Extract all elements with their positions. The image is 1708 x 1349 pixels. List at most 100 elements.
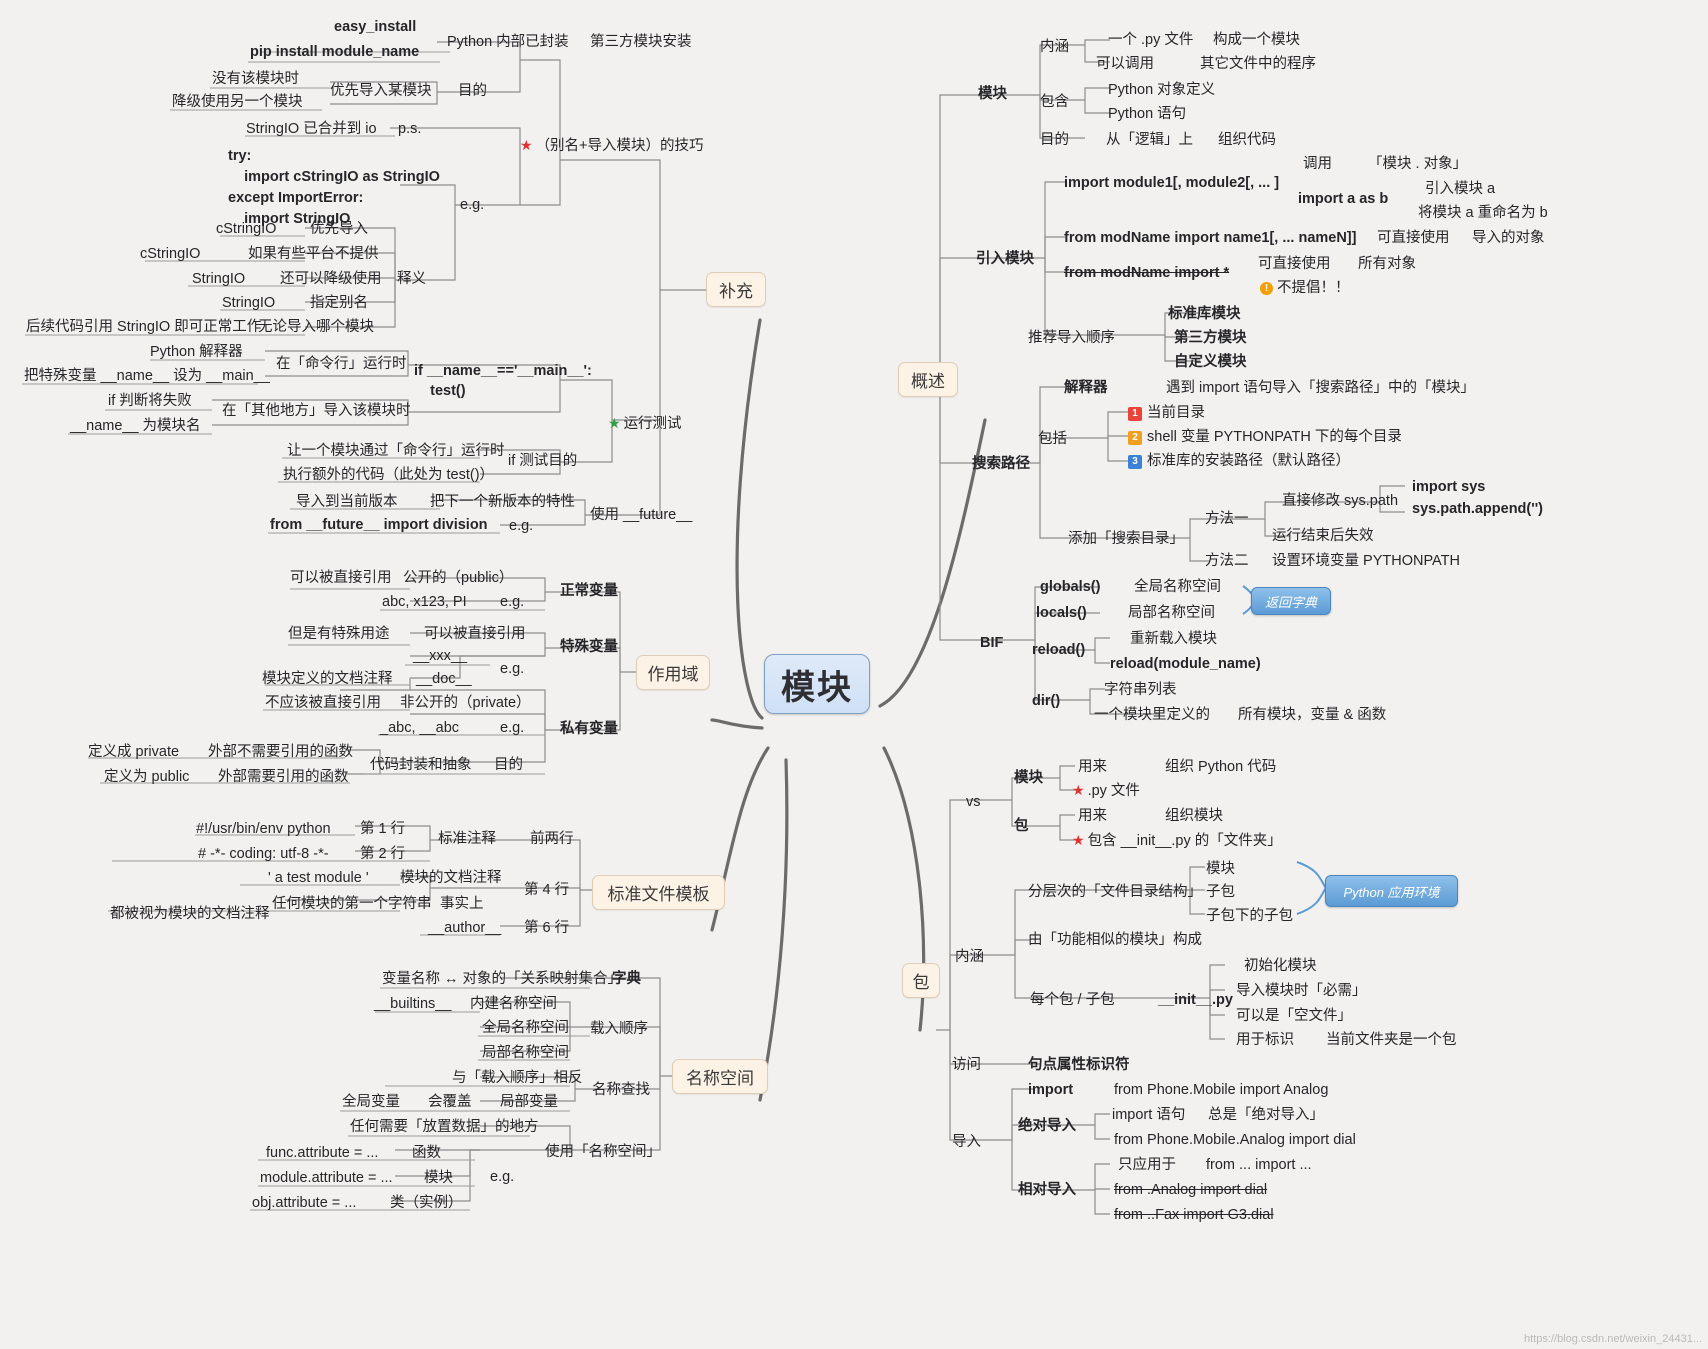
branch-package[interactable]: 包 [902,963,940,998]
label-pkg-pkg: 包 [1014,818,1029,834]
label-relative-b: from ... import ... [1206,1157,1312,1173]
label-doc-no: 第 4 行 [524,882,570,898]
label-elsewhere: 在「其他地方」导入该模块时 [222,403,411,419]
number-badge-2-icon: 2 [1128,431,1142,445]
label-interpreter-b: 导入「搜索路径」中的「模块」 [1272,380,1475,396]
label-locals: locals() [1036,605,1087,621]
label-stmt3-a: 可直接使用 [1258,256,1331,272]
label-relative-import: 相对导入 [1018,1182,1076,1198]
label-method-1-a: 直接修改 sys.path [1282,493,1399,509]
label-ns-eg-3-right: 类（实例） [390,1195,463,1211]
label-method-2: 方法二 [1205,553,1249,569]
label-line2: # -*- coding: utf-8 -*- [198,846,329,862]
label-doc-fact-b: 都被视为模块的文档注释 [110,906,270,922]
label-include-3: 3 标准库的安装路径（默认路径） [1128,452,1350,470]
star-green-icon: ★ [608,415,621,431]
label-use-ns: 使用「名称空间」 [545,1144,661,1160]
label-import-as-b: 将模块 a 重命名为 b [1418,205,1548,221]
label-structure-3: 子包下的子包 [1206,908,1293,924]
row-stringio-2-right: 指定别名 [310,295,368,311]
label-order-1: 标准库模块 [1168,306,1241,322]
label-locals-desc: 局部名称空间 [1128,605,1215,621]
label-pkg-module-use-desc: 组织 Python 代码 [1165,759,1277,775]
branch-template[interactable]: 标准文件模板 [592,875,725,910]
label-contains-2: Python 语句 [1108,106,1187,122]
code-name-main: if __name__=='__main__': test() [414,363,592,400]
row-cstringio-2-right: 如果有些平台不提供 [248,246,379,262]
label-doc-label: 模块的文档注释 [400,870,502,886]
label-module: 模块 [978,86,1007,102]
label-order-3: 自定义模块 [1174,354,1247,370]
label-use-future: 使用 __future__ [590,507,693,523]
label-doc-value: ' a test module ' [268,870,369,886]
label-ns-eg-1-left: func.attribute = ... [266,1145,379,1161]
label-conn-2-right: 其它文件中的程序 [1200,56,1316,72]
label-ns-eg-2-left: module.attribute = ... [260,1170,393,1186]
label-each-pkg: 每个包 / 子包 [1030,992,1115,1008]
code-import-stmt1: import module1[, module2[, ... ] [1064,175,1280,191]
label-private-purpose: 代码封装和抽象 [370,757,472,773]
label-private-b: 非公开的（private） [400,695,531,711]
label-builtins-desc: 内建名称空间 [470,996,557,1012]
label-special-eg1: __xxx__ [413,648,468,664]
label-method-2-a: 设置环境变量 PYTHONPATH [1272,553,1460,569]
label-cmdline: 在「命令行」运行时 [276,356,407,372]
label-alias-purpose-a: 优先导入某模块 [330,83,432,99]
label-relative-c: from .Analog import dial [1114,1182,1268,1198]
label-private-eg-label: e.g. [500,720,525,736]
row-stringio-2-left: StringIO [222,295,276,311]
label-stmt1-dot: 「模块 . 对象」 [1368,156,1468,172]
root-node[interactable]: 模块 [764,654,870,714]
label-init-py: __init__.py [1158,992,1233,1008]
branch-supplement[interactable]: 补充 [706,272,766,307]
label-line1-no: 第 1 行 [360,821,406,837]
label-pkg-file: ★ 包含 __init__.py 的「文件夹」 [1072,832,1282,849]
label-local-ns: 局部名称空间 [482,1045,569,1061]
label-pkg-use-desc: 组织模块 [1165,808,1223,824]
label-use-ns-a: 任何需要「放置数据」的地方 [350,1119,539,1135]
label-module-purpose: 目的 [1040,132,1069,148]
branch-namespace[interactable]: 名称空间 [672,1059,768,1094]
label-pip-install: pip install module_name [250,44,420,60]
label-normal-var: 正常变量 [560,583,618,599]
bubble-return-dict: 返回字典 [1251,587,1331,615]
label-init-note-3: 可以是「空文件」 [1236,1008,1352,1024]
row-stringio-3-left: 后续代码引用 StringIO 即可正常工作 [26,319,262,335]
label-load-order: 载入顺序 [590,1021,648,1037]
label-init-note-1: 初始化模块 [1244,958,1317,974]
label-conn-2-left: 可以调用 [1096,56,1154,72]
row-cstringio-1-right: 优先导入 [310,221,368,237]
label-pkg-module-use: 用来 [1078,759,1107,775]
label-doc-fact-label: 事实上 [440,896,484,912]
label-import-module: 引入模块 [976,251,1034,267]
label-global-ns: 全局名称空间 [482,1020,569,1036]
number-badge-3-icon: 3 [1128,455,1142,469]
label-author-no: 第 6 行 [524,920,570,936]
label-vs: vs [966,794,981,810]
label-explain: 释义 [397,271,426,287]
label-alias-purpose-c: 降级使用另一个模块 [172,94,303,110]
label-special-a: 但是有特殊用途 [288,626,390,642]
label-import-as-a: 引入模块 a [1425,181,1496,197]
label-rule-private: 定义成 private [88,744,180,760]
label-dir: dir() [1032,693,1061,709]
label-connotation: 内涵 [1040,39,1069,55]
branch-scope[interactable]: 作用域 [636,655,710,690]
branch-overview[interactable]: 概述 [898,362,958,397]
label-structure-1: 模块 [1206,861,1235,877]
row-cstringio-2-left: cStringIO [140,246,201,262]
label-pkg-connotation: 内涵 [955,949,984,965]
label-absolute-b: 总是「绝对导入」 [1208,1107,1324,1123]
label-stmt3-warn: ! 不提倡！！ [1260,279,1350,297]
label-include-1: 1 当前目录 [1128,404,1205,422]
label-bif: BIF [980,635,1004,651]
label-stmt2-b: 导入的对象 [1472,230,1545,246]
number-badge-1-icon: 1 [1128,407,1142,421]
label-builtins: __builtins__ [374,996,452,1012]
label-pkg-structure: 分层次的「文件目录结构」 [1028,884,1202,900]
label-ps: p.s. [398,121,422,137]
label-ns-eg-2-right: 模块 [424,1170,453,1186]
label-conn-1-left: 一个 .py 文件 [1108,32,1194,48]
label-third-party-install: 第三方模块安装 [590,34,692,50]
label-if-test-purpose: if 测试目的 [508,453,578,469]
